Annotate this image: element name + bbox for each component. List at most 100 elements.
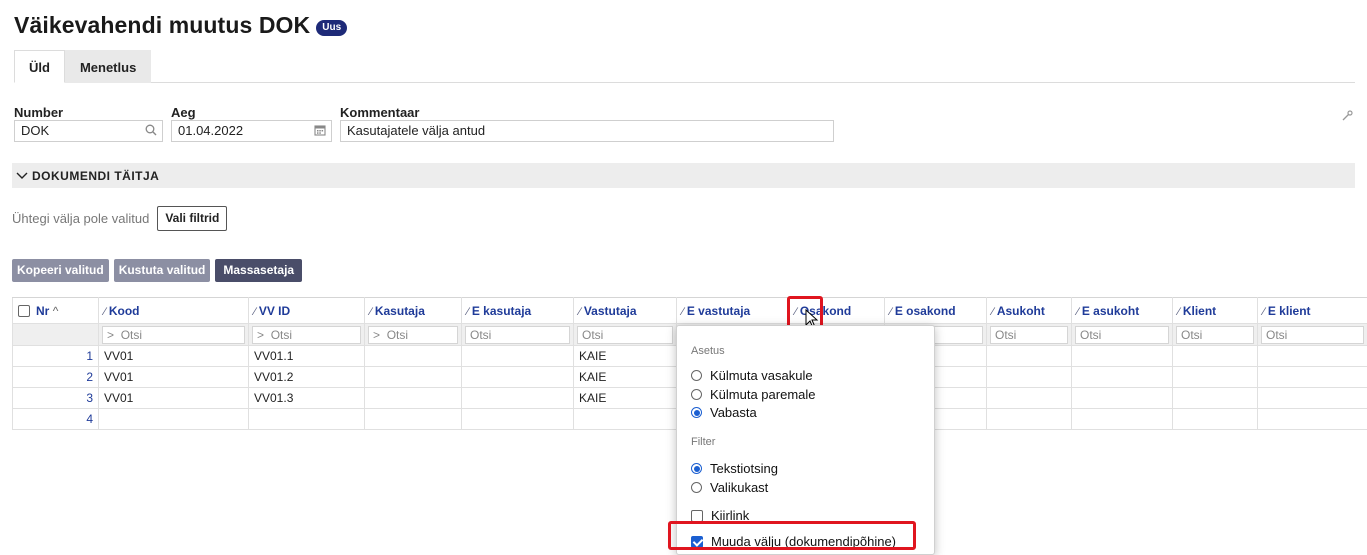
checkbox[interactable] — [691, 510, 703, 522]
column-header-e-kasutaja[interactable]: ∕E kasutaja — [462, 298, 574, 324]
calendar-icon[interactable] — [314, 122, 326, 142]
search-input[interactable]: > Otsi — [252, 326, 361, 344]
column-header-asukoht[interactable]: ∕Asukoht — [987, 298, 1072, 324]
cell-e-kasutaja[interactable] — [462, 367, 574, 388]
search-input[interactable]: Otsi — [465, 326, 570, 344]
column-header-vastutaja[interactable]: ∕Vastutaja — [574, 298, 677, 324]
radio-kulmuta-vasakule[interactable]: Külmuta vasakule — [691, 368, 813, 383]
radio-button[interactable] — [691, 407, 702, 418]
cell-e-asukoht[interactable] — [1072, 409, 1173, 430]
radio-valikukast[interactable]: Valikukast — [691, 480, 768, 495]
cell-vastutaja[interactable]: KAIE — [574, 367, 677, 388]
filter-cell-kasutaja: > Otsi — [365, 324, 462, 346]
cell-vvid[interactable]: VV01.1 — [249, 346, 365, 367]
cell-asukoht[interactable] — [987, 346, 1072, 367]
section-dokumendi-taitja[interactable]: DOKUMENDI TÄITJA — [12, 163, 1355, 188]
cell-e-kasutaja[interactable] — [462, 409, 574, 430]
column-header-e-asukoht[interactable]: ∕E asukoht — [1072, 298, 1173, 324]
select-filters-button[interactable]: Vali filtrid — [157, 206, 227, 231]
cell-e-klient[interactable] — [1258, 367, 1367, 388]
column-header-e-vastutaja[interactable]: ∕E vastutaja — [677, 298, 790, 324]
cell-vvid[interactable]: VV01.3 — [249, 388, 365, 409]
column-header-vvid[interactable]: ∕VV ID — [249, 298, 365, 324]
cell-kood[interactable] — [99, 409, 249, 430]
cell-asukoht[interactable] — [987, 409, 1072, 430]
cell-e-klient[interactable] — [1258, 388, 1367, 409]
status-badge: Uus — [316, 20, 347, 36]
radio-button[interactable] — [691, 389, 702, 400]
cell-vvid[interactable] — [249, 409, 365, 430]
cell-klient[interactable] — [1173, 388, 1258, 409]
radio-tekstiotsing[interactable]: Tekstiotsing — [691, 461, 778, 476]
cell-e-asukoht[interactable] — [1072, 388, 1173, 409]
search-input[interactable]: Otsi — [577, 326, 673, 344]
select-all-checkbox[interactable] — [18, 305, 30, 317]
cell-e-klient[interactable] — [1258, 409, 1367, 430]
chevron-down-icon — [16, 169, 28, 183]
cell-klient[interactable] — [1173, 367, 1258, 388]
cell-klient[interactable] — [1173, 346, 1258, 367]
radio-button[interactable] — [691, 370, 702, 381]
cell-vastutaja[interactable]: KAIE — [574, 346, 677, 367]
column-header-e-klient[interactable]: ∕E klient — [1258, 298, 1367, 324]
cell-kood[interactable]: VV01 — [99, 388, 249, 409]
copy-selected-button[interactable]: Kopeeri valitud — [12, 259, 109, 282]
column-header-nr[interactable]: Nr ^ — [13, 298, 99, 324]
cell-e-asukoht[interactable] — [1072, 346, 1173, 367]
cell-kasutaja[interactable] — [365, 346, 462, 367]
tab-uld[interactable]: Üld — [14, 50, 65, 83]
column-header-e-osakond[interactable]: ∕E osakond — [885, 298, 987, 324]
wrench-icon[interactable]: ∕ — [104, 306, 106, 318]
search-input[interactable]: Otsi — [990, 326, 1068, 344]
delete-selected-button[interactable]: Kustuta valitud — [114, 259, 211, 282]
cell-kood[interactable]: VV01 — [99, 367, 249, 388]
cell-kasutaja[interactable] — [365, 367, 462, 388]
tab-menetlus[interactable]: Menetlus — [65, 50, 151, 83]
filter-cell-e-klient: Otsi — [1258, 324, 1367, 346]
cell-e-klient[interactable] — [1258, 346, 1367, 367]
cell-vastutaja[interactable] — [574, 409, 677, 430]
kommentaar-input[interactable]: Kasutajatele välja antud — [340, 120, 834, 142]
aeg-input[interactable]: 01.04.2022 — [171, 120, 332, 142]
cell-e-kasutaja[interactable] — [462, 346, 574, 367]
cell-e-kasutaja[interactable] — [462, 388, 574, 409]
mass-setter-button[interactable]: Massasetaja — [215, 259, 302, 282]
search-input[interactable]: > Otsi — [102, 326, 245, 344]
cell-vastutaja[interactable]: KAIE — [574, 388, 677, 409]
radio-button[interactable] — [691, 463, 702, 474]
wrench-icon[interactable]: ∕ — [1263, 306, 1265, 318]
wrench-icon[interactable]: ∕ — [890, 306, 892, 318]
wrench-icon[interactable]: ∕ — [579, 306, 581, 318]
wrench-icon[interactable]: ∕ — [254, 306, 256, 318]
radio-kulmuta-paremale[interactable]: Külmuta paremale — [691, 387, 816, 402]
wrench-icon[interactable]: ∕ — [467, 306, 469, 318]
sort-up-icon[interactable]: ^ — [53, 304, 59, 318]
column-header-klient[interactable]: ∕Klient — [1173, 298, 1258, 324]
radio-button[interactable] — [691, 482, 702, 493]
aeg-field-group: Aeg 01.04.2022 — [171, 106, 332, 142]
cell-kasutaja[interactable] — [365, 409, 462, 430]
search-input[interactable]: Otsi — [1176, 326, 1254, 344]
search-input[interactable]: Otsi — [1261, 326, 1364, 344]
number-input[interactable]: DOK — [14, 120, 163, 142]
cell-e-asukoht[interactable] — [1072, 367, 1173, 388]
wrench-icon[interactable]: ∕ — [1077, 306, 1079, 318]
cell-asukoht[interactable] — [987, 367, 1072, 388]
cell-klient[interactable] — [1173, 409, 1258, 430]
column-header-kood[interactable]: ∕Kood — [99, 298, 249, 324]
wrench-icon[interactable] — [1342, 110, 1353, 124]
search-icon[interactable] — [145, 122, 157, 142]
wrench-icon[interactable]: ∕ — [1178, 306, 1180, 318]
search-input[interactable]: > Otsi — [368, 326, 458, 344]
column-header-kasutaja[interactable]: ∕Kasutaja — [365, 298, 462, 324]
cell-kood[interactable]: VV01 — [99, 346, 249, 367]
cell-vvid[interactable]: VV01.2 — [249, 367, 365, 388]
wrench-icon[interactable]: ∕ — [992, 306, 994, 318]
wrench-icon[interactable]: ∕ — [370, 306, 372, 318]
filter-cell-asukoht: Otsi — [987, 324, 1072, 346]
cell-asukoht[interactable] — [987, 388, 1072, 409]
search-input[interactable]: Otsi — [1075, 326, 1169, 344]
cell-kasutaja[interactable] — [365, 388, 462, 409]
radio-vabasta[interactable]: Vabasta — [691, 405, 757, 420]
wrench-icon[interactable]: ∕ — [682, 306, 684, 318]
